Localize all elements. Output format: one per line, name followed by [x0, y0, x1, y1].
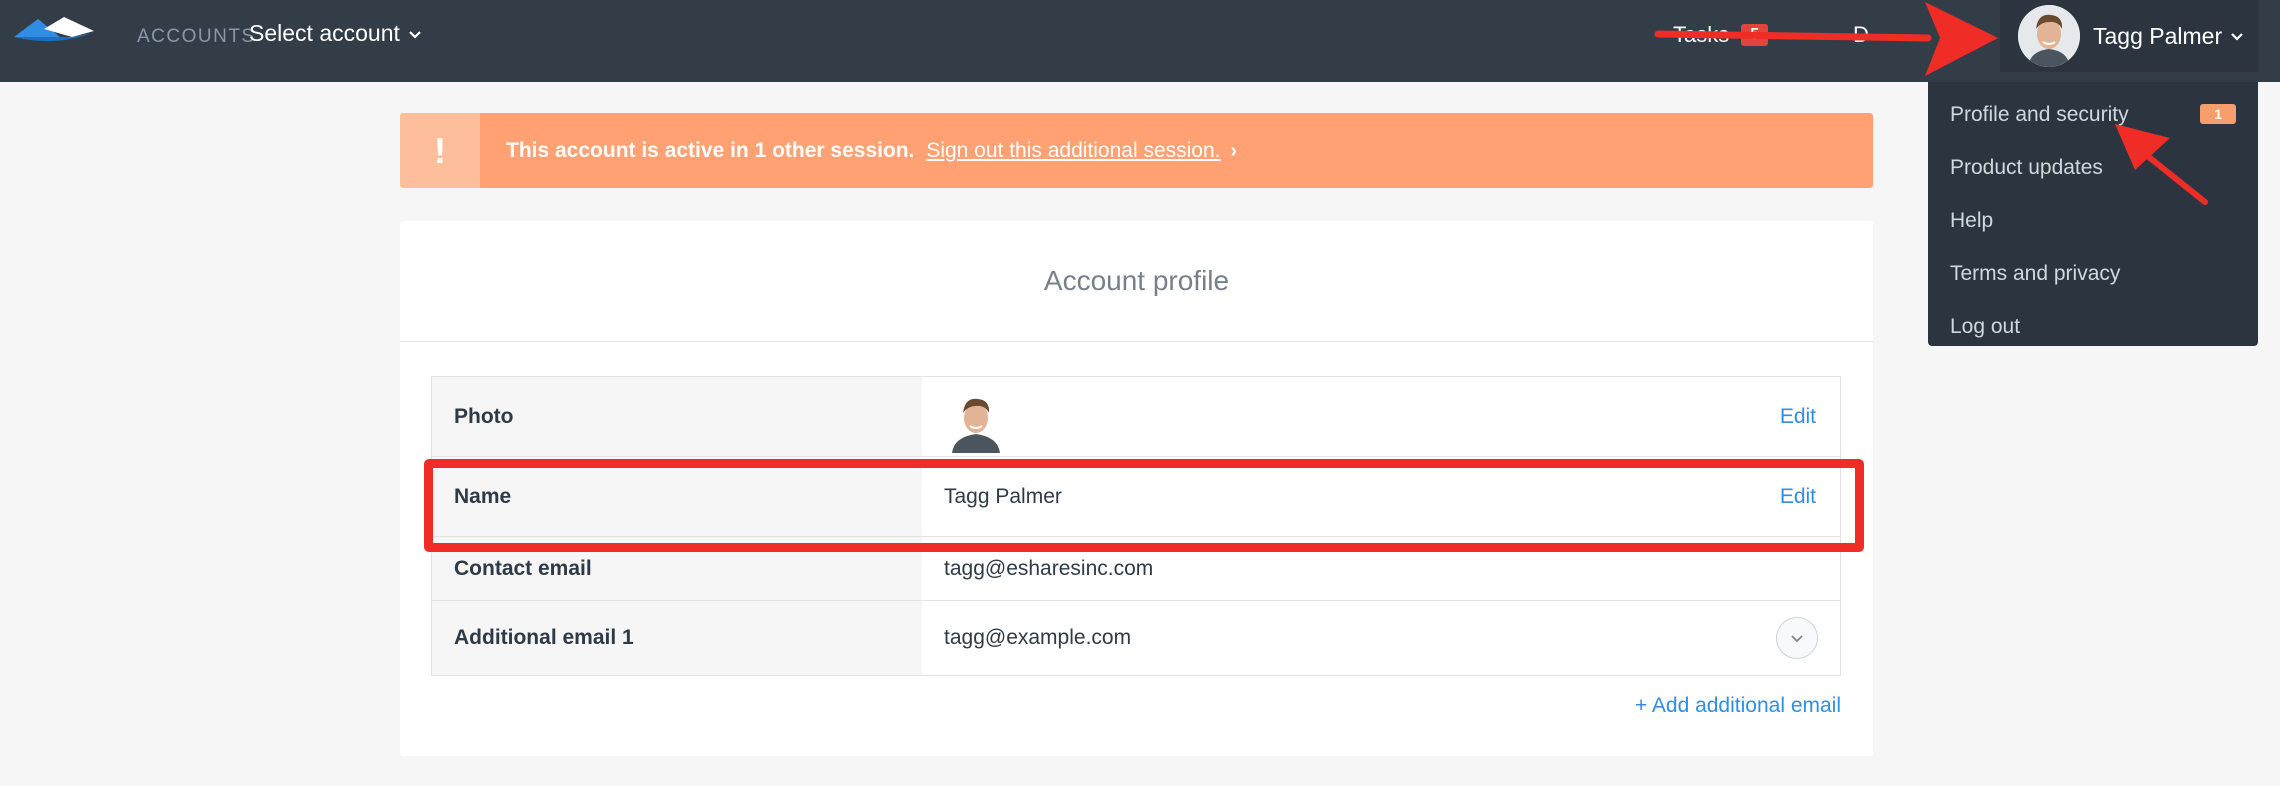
logo-icon[interactable]	[14, 15, 96, 47]
menu-item-label: Terms and privacy	[1950, 261, 2121, 285]
alert-message-wrap: This account is active in 1 other sessio…	[506, 139, 1237, 163]
page-title: Account profile	[400, 221, 1873, 342]
tasks-link[interactable]: Tasks 5	[1673, 22, 1769, 48]
user-menu-button[interactable]: Tagg Palmer	[2000, 0, 2258, 72]
additional-email-value: tagg@example.com	[944, 626, 1132, 649]
chevron-right-icon[interactable]: ›	[1230, 140, 1237, 162]
row-label: Photo	[432, 377, 922, 456]
row-value: tagg@example.com	[922, 601, 1840, 675]
menu-item-product-updates[interactable]: Product updates	[1928, 141, 2258, 194]
menu-item-label: Log out	[1950, 314, 2021, 338]
user-name-label: Tagg Palmer	[2093, 22, 2223, 49]
menu-item-terms-privacy[interactable]: Terms and privacy	[1928, 247, 2258, 300]
session-alert-banner: ! This account is active in 1 other sess…	[400, 113, 1873, 188]
top-nav: ACCOUNTS Select account Tasks 5 D Tagg P…	[0, 0, 2280, 82]
select-account-dropdown[interactable]: Select account	[249, 20, 422, 47]
chevron-down-icon	[409, 30, 421, 39]
tasks-label: Tasks	[1673, 22, 1730, 47]
select-account-label: Select account	[249, 20, 400, 46]
chevron-down-icon	[2231, 33, 2243, 41]
menu-item-label: Help	[1950, 208, 1994, 232]
expand-circle-icon[interactable]	[1776, 617, 1818, 659]
user-name: Tagg Palmer	[2093, 23, 2244, 50]
user-dropdown-menu: Profile and security 1 Product updates H…	[1928, 82, 2258, 346]
sign-out-session-link[interactable]: Sign out this additional session.	[926, 139, 1220, 162]
accounts-label: ACCOUNTS	[137, 26, 256, 47]
row-label: Additional email 1	[432, 601, 922, 675]
alert-message: This account is active in 1 other sessio…	[506, 138, 915, 162]
highlight-box-annotation	[424, 459, 1864, 552]
row-value: Edit	[922, 377, 1840, 456]
table-row-additional-email: Additional email 1 tagg@example.com	[432, 601, 1840, 675]
menu-item-label: Product updates	[1950, 155, 2103, 179]
menu-item-profile-security[interactable]: Profile and security 1	[1928, 88, 2258, 141]
exclamation-icon: !	[400, 113, 480, 188]
menu-item-label: Profile and security	[1950, 102, 2129, 126]
table-row-photo: Photo Edit	[432, 377, 1840, 457]
tasks-count-badge: 5	[1741, 24, 1769, 46]
avatar	[2018, 5, 2080, 67]
add-additional-email-button[interactable]: + Add additional email	[1635, 694, 1841, 718]
edit-photo-button[interactable]: Edit	[1780, 405, 1816, 429]
menu-item-log-out[interactable]: Log out	[1928, 300, 2258, 353]
notification-badge: 1	[2200, 104, 2236, 124]
profile-photo	[944, 391, 1008, 453]
nav-extra-link[interactable]: D	[1853, 22, 1869, 48]
menu-item-help[interactable]: Help	[1928, 194, 2258, 247]
contact-email-value: tagg@esharesinc.com	[944, 556, 1154, 580]
